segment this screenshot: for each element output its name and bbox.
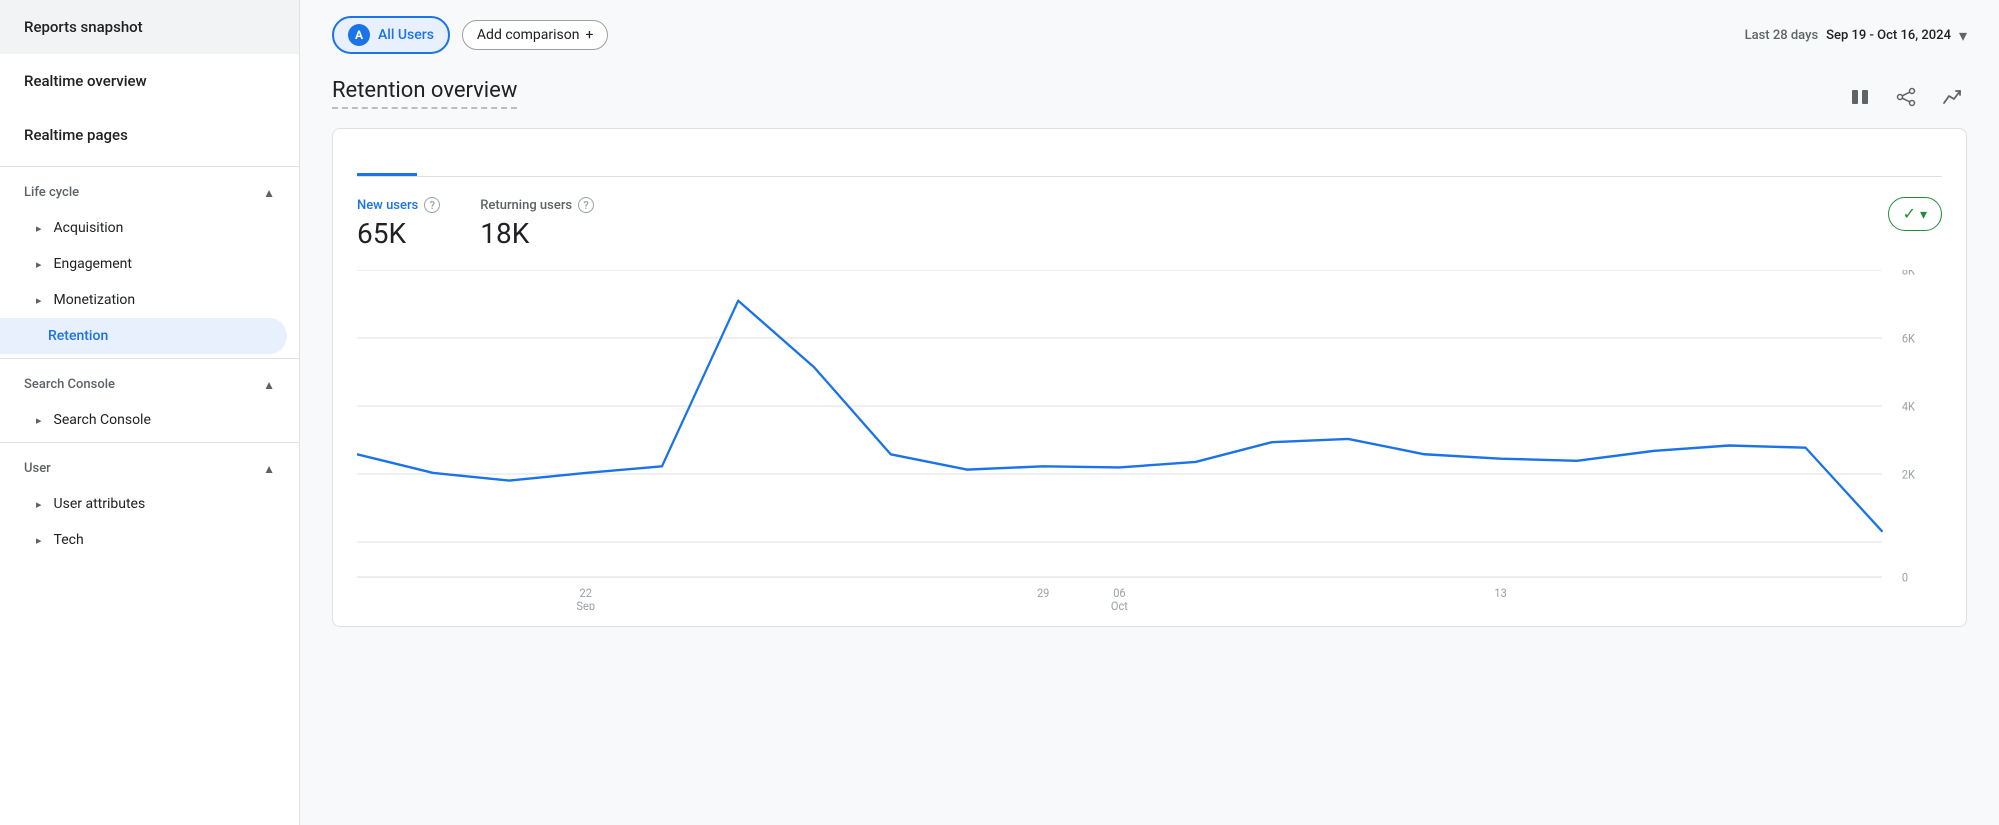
sidebar-item-realtime-pages[interactable]: Realtime pages [0, 108, 299, 162]
user-section-label: User [24, 461, 51, 476]
sidebar-item-user-attributes[interactable]: ▸ User attributes [0, 486, 299, 522]
sidebar-item-reports-snapshot[interactable]: Reports snapshot [0, 0, 299, 54]
sidebar-item-retention[interactable]: Retention [0, 318, 287, 354]
lifecycle-collapse-icon: ▲ [263, 186, 275, 200]
new-users-help-icon[interactable]: ? [424, 197, 440, 213]
user-attributes-label: User attributes [54, 496, 146, 512]
all-users-avatar: A [348, 24, 370, 46]
divider-2 [0, 358, 299, 359]
section-title-actions [1845, 82, 1967, 112]
all-users-chip[interactable]: A All Users [332, 16, 450, 54]
tech-label: Tech [54, 532, 84, 548]
filter-check-icon: ✓ [1903, 204, 1916, 224]
retention-label: Retention [48, 328, 108, 344]
date-range-value: Sep 19 - Oct 16, 2024 [1826, 28, 1951, 43]
svg-text:Oct: Oct [1111, 599, 1128, 610]
all-users-label: All Users [378, 27, 434, 43]
add-comparison-chip[interactable]: Add comparison + [462, 20, 609, 50]
trend-icon [1941, 86, 1963, 108]
topbar-right: Last 28 days Sep 19 - Oct 16, 2024 ▾ [1745, 26, 1967, 45]
tab-main[interactable] [357, 153, 417, 176]
returning-users-label: Returning users [480, 198, 572, 213]
divider-1 [0, 166, 299, 167]
svg-text:Sep: Sep [576, 599, 595, 610]
returning-users-label-row: Returning users ? [480, 197, 594, 213]
monetization-label: Monetization [54, 292, 136, 308]
svg-text:2K: 2K [1902, 467, 1916, 482]
sidebar-item-acquisition[interactable]: ▸ Acquisition [0, 210, 299, 246]
sidebar-section-user[interactable]: User ▲ [0, 447, 299, 486]
svg-text:6K: 6K [1902, 331, 1916, 346]
section-title-row: Retention overview [332, 78, 1967, 112]
sidebar-item-realtime-overview[interactable]: Realtime overview [0, 54, 299, 108]
chart-area: 22 Sep 29 06 Oct 13 8K 6K 4K 2K 0 [357, 270, 1942, 610]
metrics-row: New users ? 65K Returning users ? 18K [357, 197, 1942, 250]
chart-card: New users ? 65K Returning users ? 18K [332, 128, 1967, 627]
sidebar-item-search-console[interactable]: ▸ Search Console [0, 402, 299, 438]
filter-button-area: ✓ ▾ [1888, 197, 1942, 231]
share-icon [1895, 86, 1917, 108]
svg-text:8K: 8K [1902, 270, 1916, 278]
tab-bar [357, 153, 1942, 177]
tech-expand-icon: ▸ [36, 534, 42, 547]
sidebar-item-engagement[interactable]: ▸ Engagement [0, 246, 299, 282]
new-users-label-row: New users ? [357, 197, 440, 213]
sidebar: Reports snapshot Realtime overview Realt… [0, 0, 300, 825]
share-button[interactable] [1891, 82, 1921, 112]
engagement-expand-icon: ▸ [36, 258, 42, 271]
add-comparison-label: Add comparison [477, 27, 580, 43]
columns-view-icon [1849, 86, 1871, 108]
lifecycle-section-label: Life cycle [24, 185, 79, 200]
engagement-label: Engagement [54, 256, 132, 272]
content-area: Retention overview [300, 62, 1999, 825]
search-console-section-label: Search Console [24, 377, 115, 392]
columns-view-button[interactable] [1845, 82, 1875, 112]
filter-dropdown-icon: ▾ [1920, 206, 1927, 223]
section-title: Retention overview [332, 78, 517, 109]
sidebar-section-search-console[interactable]: Search Console ▲ [0, 363, 299, 402]
svg-text:29: 29 [1037, 585, 1049, 600]
returning-users-help-icon[interactable]: ? [578, 197, 594, 213]
svg-text:13: 13 [1494, 585, 1506, 600]
user-attributes-expand-icon: ▸ [36, 498, 42, 511]
returning-users-metric: Returning users ? 18K [480, 197, 594, 250]
topbar-left: A All Users Add comparison + [332, 16, 608, 54]
returning-users-value: 18K [480, 217, 594, 250]
new-users-label: New users [357, 198, 418, 213]
acquisition-label: Acquisition [54, 220, 124, 236]
filter-button[interactable]: ✓ ▾ [1888, 197, 1942, 231]
search-console-expand-icon: ▸ [36, 414, 42, 427]
trend-button[interactable] [1937, 82, 1967, 112]
retention-chart: 22 Sep 29 06 Oct 13 8K 6K 4K 2K 0 [357, 270, 1942, 610]
sidebar-item-monetization[interactable]: ▸ Monetization [0, 282, 299, 318]
new-users-value: 65K [357, 217, 440, 250]
metrics-left: New users ? 65K Returning users ? 18K [357, 197, 594, 250]
date-range-dropdown-icon[interactable]: ▾ [1959, 26, 1967, 45]
sidebar-section-lifecycle[interactable]: Life cycle ▲ [0, 171, 299, 210]
divider-3 [0, 442, 299, 443]
svg-text:4K: 4K [1902, 399, 1916, 414]
main-content: A All Users Add comparison + Last 28 day… [300, 0, 1999, 825]
user-collapse-icon: ▲ [263, 462, 275, 476]
search-console-label: Search Console [54, 412, 151, 428]
date-range-label: Last 28 days [1745, 28, 1819, 43]
new-users-metric: New users ? 65K [357, 197, 440, 250]
search-console-collapse-icon: ▲ [263, 378, 275, 392]
monetization-expand-icon: ▸ [36, 294, 42, 307]
acquisition-expand-icon: ▸ [36, 222, 42, 235]
topbar: A All Users Add comparison + Last 28 day… [300, 0, 1999, 62]
sidebar-item-tech[interactable]: ▸ Tech [0, 522, 299, 558]
add-comparison-plus-icon: + [585, 27, 593, 43]
svg-text:0: 0 [1902, 570, 1908, 585]
